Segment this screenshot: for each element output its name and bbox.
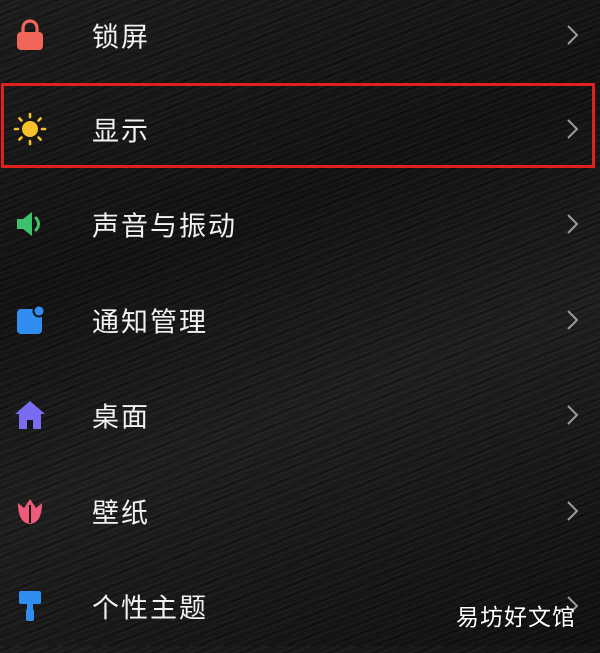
chevron-right-icon xyxy=(567,24,579,45)
settings-list: 锁屏 显示 声音与振动 通知管理 桌面 壁纸 个性主题 xyxy=(0,0,600,646)
watermark-text: 易坊好文馆 xyxy=(456,605,576,631)
settings-item-label: 壁纸 xyxy=(92,498,150,529)
settings-item-label: 显示 xyxy=(92,116,150,147)
chevron-right-icon xyxy=(567,213,579,234)
home-icon xyxy=(12,397,48,433)
settings-item-display[interactable]: 显示 xyxy=(0,81,600,176)
sun-icon xyxy=(12,111,48,147)
lock-icon xyxy=(12,17,48,53)
settings-item-sound-vibration[interactable]: 声音与振动 xyxy=(0,176,600,271)
settings-item-wallpaper[interactable]: 壁纸 xyxy=(0,463,600,558)
chevron-right-icon xyxy=(567,404,579,425)
brush-icon xyxy=(12,588,48,624)
settings-item-lock-screen[interactable]: 锁屏 xyxy=(0,0,600,82)
notification-icon xyxy=(12,302,48,338)
settings-item-notifications[interactable]: 通知管理 xyxy=(0,272,600,367)
settings-item-label: 个性主题 xyxy=(92,593,208,624)
settings-item-label: 桌面 xyxy=(92,402,150,433)
settings-item-label: 声音与振动 xyxy=(92,211,237,242)
chevron-right-icon xyxy=(567,500,579,521)
chevron-right-icon xyxy=(567,309,579,330)
settings-item-label: 通知管理 xyxy=(92,307,208,338)
tulip-icon xyxy=(12,493,48,529)
chevron-right-icon xyxy=(567,118,579,139)
speaker-icon xyxy=(12,206,48,242)
settings-item-label: 锁屏 xyxy=(92,22,150,53)
settings-item-desktop[interactable]: 桌面 xyxy=(0,367,600,462)
